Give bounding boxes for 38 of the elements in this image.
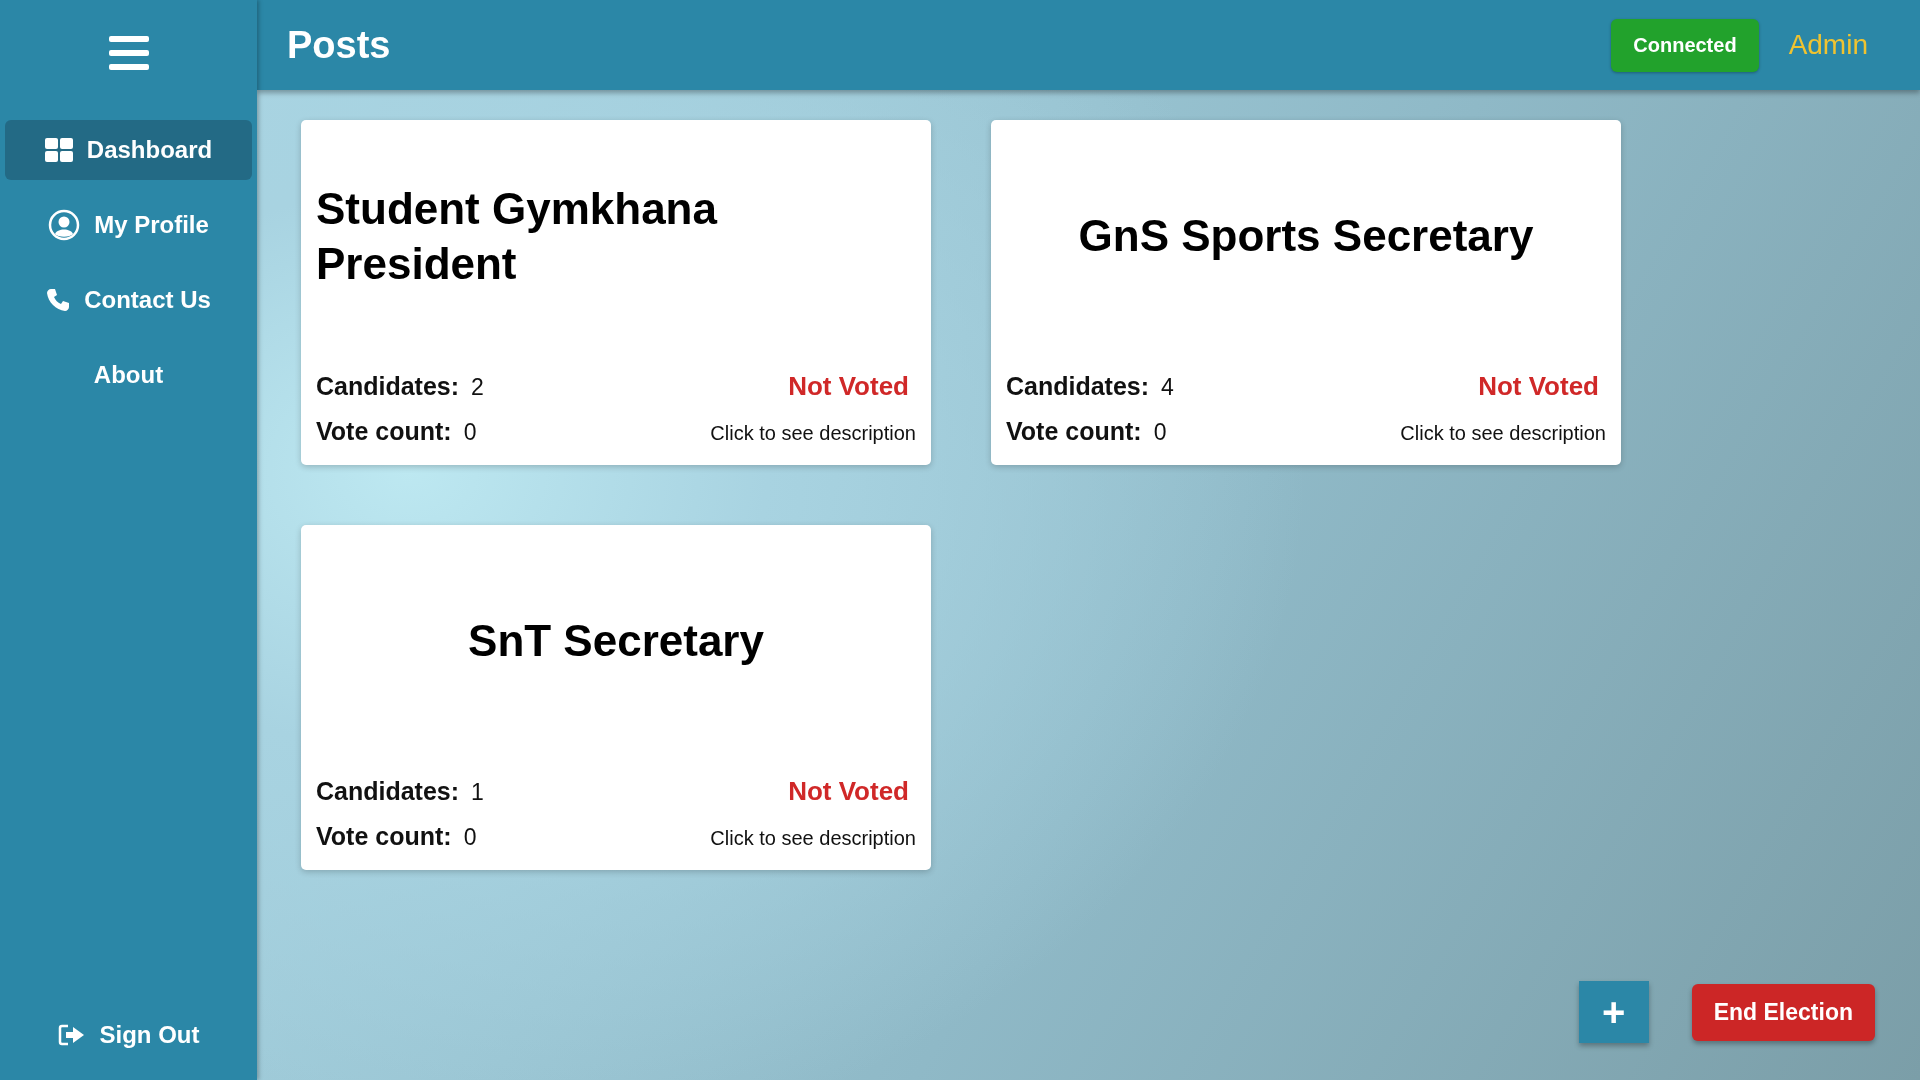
post-card[interactable]: Student Gymkhana President Candidates: 2 Not Voted Vote count: 0 Click to see description <box>301 120 931 465</box>
vote-status: Not Voted <box>788 371 909 402</box>
vote-count-label: Vote count: <box>1006 417 1142 446</box>
candidates-count: 2 <box>471 374 484 401</box>
user-icon <box>48 209 81 241</box>
post-title: Student Gymkhana President <box>316 182 719 290</box>
page-title: Posts <box>287 23 391 67</box>
candidates-count: 4 <box>1161 374 1174 401</box>
menu-icon[interactable] <box>108 36 149 70</box>
sidebar-item[interactable]: My Profile <box>5 195 252 255</box>
vote-count-label: Vote count: <box>316 417 452 446</box>
sidebar-item[interactable]: About <box>5 345 252 405</box>
sign-out-link[interactable]: Sign Out <box>0 1010 257 1060</box>
vote-count: 0 <box>463 824 477 851</box>
sign-out-icon <box>57 1023 86 1047</box>
vote-status: Not Voted <box>788 776 909 807</box>
vote-status: Not Voted <box>1478 371 1599 402</box>
vote-count: 0 <box>463 419 477 446</box>
description-link[interactable]: Click to see description <box>1400 422 1606 445</box>
sidebar-item[interactable]: Contact Us <box>5 270 252 330</box>
candidates-label: Candidates: <box>1006 372 1150 401</box>
post-card[interactable]: SnT Secretary Candidates: 1 Not Voted Vote count: 0 Click to see description <box>301 525 931 870</box>
phone-icon <box>46 288 71 312</box>
post-title: GnS Sports Secretary <box>1078 210 1534 262</box>
grid-icon <box>44 138 73 162</box>
candidates-count: 1 <box>471 779 484 806</box>
description-link[interactable]: Click to see description <box>710 827 916 850</box>
add-button[interactable]: + <box>1578 981 1649 1043</box>
post-card[interactable]: GnS Sports Secretary Candidates: 4 Not Voted Vote count: 0 Click to see description <box>991 120 1621 465</box>
candidates-label: Candidates: <box>316 372 460 401</box>
connection-status-badge: Connected <box>1611 18 1759 72</box>
end-election-button[interactable]: End Election <box>1691 983 1875 1041</box>
post-title: SnT Secretary <box>468 615 764 667</box>
description-link[interactable]: Click to see description <box>710 422 916 445</box>
candidates-label: Candidates: <box>316 777 460 806</box>
vote-count-label: Vote count: <box>316 822 452 851</box>
sidebar-item[interactable]: Dashboard <box>5 120 252 180</box>
vote-count: 0 <box>1153 419 1167 446</box>
